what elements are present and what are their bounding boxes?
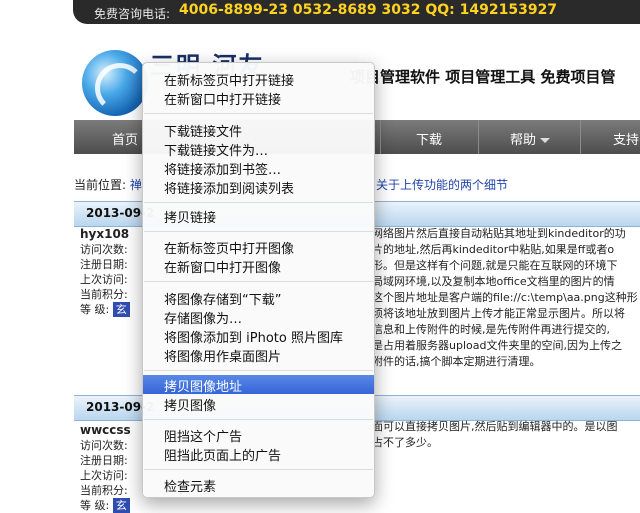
menu-copy-image-address[interactable]: 拷贝图像地址 — [143, 375, 374, 395]
contact-label: 免费咨询电话: — [94, 7, 171, 21]
menu-copy-image[interactable]: 拷贝图像 — [143, 394, 374, 414]
menu-item-label: 在新窗口中打开链接 — [164, 93, 282, 108]
level-badge: 玄 — [112, 302, 130, 317]
author-level-row: 等 级: 玄 — [80, 498, 131, 513]
menu-separator — [144, 370, 373, 371]
nav-help-label: 帮助 — [510, 133, 537, 148]
author-last-visit: 上次访问: — [80, 469, 128, 482]
post-author-info: hyx108 访问次数: 注册日期: 上次访问: 当前积分: 等 级: 玄 — [80, 227, 130, 317]
breadcrumb: 当前位置: 禅 — [74, 176, 142, 193]
context-menu: 在新标签页中打开链接 在新窗口中打开链接 下载链接文件 下载链接文件为… 将链接… — [142, 62, 375, 498]
menu-item-label: 检查元素 — [164, 480, 217, 495]
author-last-visit: 上次访问: — [80, 273, 128, 286]
menu-item-label: 将链接添加到书签… — [164, 163, 282, 178]
menu-separator — [144, 469, 373, 470]
nav-download[interactable]: 下载 — [416, 129, 442, 148]
menu-item-label: 将链接添加到阅读列表 — [164, 182, 295, 197]
post-content: 面可以直接拷贝图片,然后贴到编辑器中的。是以图 占不了多少。 — [372, 419, 640, 451]
post-line: 是占用着服务器upload文件夹里的空间,因为上传之 — [372, 339, 622, 352]
breadcrumb-prefix: 当前位置: — [74, 178, 127, 192]
menu-item-label: 阻挡这个广告 — [164, 430, 243, 445]
menu-separator — [144, 419, 373, 420]
author-points: 当前积分: — [80, 484, 128, 497]
breadcrumb-title-wrap: 关于上传功能的两个细节 — [376, 176, 508, 193]
menu-item-label: 将图像添加到 iPhoto 照片图库 — [164, 331, 343, 346]
nav-support[interactable]: 支持 — [613, 129, 639, 148]
menu-copy-link[interactable]: 拷贝链接 — [143, 206, 374, 226]
menu-separator — [144, 113, 373, 114]
menu-download-linked-file-as[interactable]: 下载链接文件为… — [143, 139, 374, 159]
post-line: 面可以直接拷贝图片,然后贴到编辑器中的。是以图 — [372, 420, 618, 433]
menu-separator — [144, 281, 373, 282]
menu-download-linked-file[interactable]: 下载链接文件 — [143, 120, 374, 140]
author-name[interactable]: hyx108 — [80, 227, 130, 242]
author-level-label: 等 级: — [80, 303, 110, 316]
menu-save-image-downloads[interactable]: 将图像存储到“下载” — [143, 288, 374, 308]
menu-open-link-new-tab[interactable]: 在新标签页中打开链接 — [143, 69, 374, 89]
menu-item-label: 存储图像为… — [164, 312, 243, 327]
menu-item-label: 在新窗口中打开图像 — [164, 261, 282, 276]
menu-open-image-new-window[interactable]: 在新窗口中打开图像 — [143, 256, 374, 276]
post-line: 网络图片然后直接自动粘贴其地址到kindeditor的功 — [372, 227, 626, 240]
author-visits: 访问次数: — [80, 243, 128, 256]
author-level-label: 等 级: — [80, 499, 110, 512]
contact-phones: 4006-8899-23 0532-8689 3032 QQ: 14921539… — [179, 2, 558, 18]
post-line: 占不了多少。 — [372, 436, 438, 449]
post-line: 须将该地址放到图片上传才能正常显示图片。所以将 — [372, 307, 625, 320]
level-badge: 玄 — [112, 498, 130, 513]
menu-item-label: 将图像用作桌面图片 — [164, 350, 282, 365]
nav-divider — [380, 120, 381, 154]
site-slogan: 项目管理软件 项目管理工具 免费项目管 — [350, 68, 616, 86]
author-name[interactable]: wwccss — [80, 423, 131, 438]
nav-help[interactable]: 帮助 — [510, 129, 551, 148]
post-line: 局域网环境,以及复制本地office文档里的图片的情 — [372, 275, 615, 288]
post-line: 这个图片地址是客户端的file://c:\temp\aa.png这种形 — [372, 291, 638, 304]
menu-item-label: 将图像存储到“下载” — [164, 293, 282, 308]
author-visits: 访问次数: — [80, 439, 128, 452]
post-line: 形。但是这样有个问题,就是只能在互联网的环境下 — [372, 259, 618, 272]
chevron-down-icon — [540, 138, 551, 143]
nav-divider — [580, 120, 581, 154]
author-registered: 注册日期: — [80, 258, 128, 271]
menu-save-image-as[interactable]: 存储图像为… — [143, 307, 374, 327]
menu-add-link-reading-list[interactable]: 将链接添加到阅读列表 — [143, 177, 374, 197]
author-registered: 注册日期: — [80, 454, 128, 467]
logo-swirl-icon — [95, 63, 145, 113]
menu-use-image-desktop[interactable]: 将图像用作桌面图片 — [143, 345, 374, 365]
menu-block-page-ads[interactable]: 阻挡此页面上的广告 — [143, 444, 374, 464]
post-line: 片的地址,然后再kindeditor中粘贴,如果是ff或者o — [372, 243, 615, 256]
author-level-row: 等 级: 玄 — [80, 302, 130, 317]
nav-divider — [478, 120, 479, 154]
menu-item-label: 拷贝图像 — [164, 399, 217, 414]
menu-item-label: 阻挡此页面上的广告 — [164, 449, 282, 464]
post-content: 网络图片然后直接自动粘贴其地址到kindeditor的功 片的地址,然后再kin… — [372, 226, 640, 370]
author-points: 当前积分: — [80, 288, 128, 301]
menu-open-link-new-window[interactable]: 在新窗口中打开链接 — [143, 88, 374, 108]
breadcrumb-thread-link[interactable]: 关于上传功能的两个细节 — [376, 178, 508, 192]
menu-separator — [144, 202, 373, 203]
menu-add-image-iphoto[interactable]: 将图像添加到 iPhoto 照片图库 — [143, 326, 374, 346]
post-line: 信息和上传附件的时候,是先传附件再进行提交的, — [372, 323, 610, 336]
menu-item-label: 拷贝图像地址 — [164, 380, 243, 395]
menu-item-label: 下载链接文件为… — [164, 144, 269, 159]
menu-add-link-bookmarks[interactable]: 将链接添加到书签… — [143, 158, 374, 178]
menu-block-this-ad[interactable]: 阻挡这个广告 — [143, 425, 374, 445]
menu-item-label: 拷贝链接 — [164, 211, 217, 226]
menu-open-image-new-tab[interactable]: 在新标签页中打开图像 — [143, 237, 374, 257]
menu-separator — [144, 231, 373, 232]
menu-inspect-element[interactable]: 检查元素 — [143, 475, 374, 495]
post-line: 附件的话,搞个脚本定期进行清理。 — [372, 355, 541, 368]
menu-item-label: 下载链接文件 — [164, 125, 243, 140]
menu-item-label: 在新标签页中打开链接 — [164, 74, 295, 89]
menu-item-label: 在新标签页中打开图像 — [164, 242, 295, 257]
contact-bar: 免费咨询电话: 4006-8899-23 0532-8689 3032 QQ: … — [73, 0, 640, 24]
nav-home[interactable]: 首页 — [112, 129, 138, 148]
breadcrumb-forum-link[interactable]: 禅 — [130, 178, 142, 192]
